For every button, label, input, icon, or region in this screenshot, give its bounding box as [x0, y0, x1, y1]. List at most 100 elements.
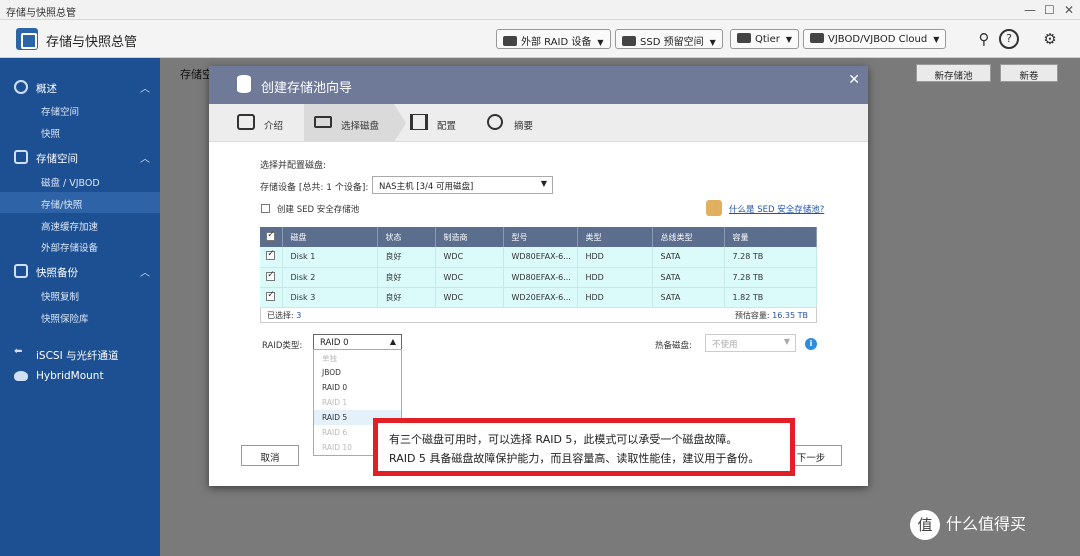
- intro-icon: [237, 114, 255, 130]
- table-row[interactable]: Disk 3 良好 WDC WD20EFAX-6... HDD SATA 1.8…: [260, 287, 817, 308]
- summary-icon: [487, 114, 503, 130]
- ssd-overprovision-button[interactable]: SSD 预留空间 ▼: [615, 29, 723, 49]
- watermark-badge: 值: [910, 510, 940, 540]
- raid-option-jbod[interactable]: JBOD: [314, 365, 401, 380]
- info-icon[interactable]: i: [805, 338, 817, 350]
- sidebar-item-cache-acceleration[interactable]: 高速缓存加速: [0, 214, 160, 235]
- table-cell: HDD: [577, 267, 653, 288]
- raid-option-raid0[interactable]: RAID 0: [314, 380, 401, 395]
- sidebar-section-storage[interactable]: 存储空间 ︿: [0, 146, 160, 168]
- qtier-button[interactable]: Qtier ▼: [730, 29, 799, 49]
- sidebar-item-snapshot-replica[interactable]: 快照复制: [0, 284, 160, 305]
- column-header[interactable]: 容量: [724, 227, 817, 247]
- chevron-up-icon: ▲: [389, 337, 396, 346]
- table-footer: 已选择: 3 预估容量: 16.35 TB: [260, 308, 817, 323]
- sidebar-section-iscsi[interactable]: ⬅ iSCSI 与光纤通道: [0, 343, 160, 365]
- column-header[interactable]: 总线类型: [652, 227, 725, 247]
- table-row[interactable]: Disk 2 良好 WDC WD80EFAX-6... HDD SATA 7.2…: [260, 267, 817, 288]
- chevron-up-icon: ︿: [140, 268, 150, 279]
- watermark-text: 什么值得买: [946, 514, 1027, 534]
- vjbod-button[interactable]: VJBOD/VJBOD Cloud ▼: [803, 29, 947, 49]
- minimize-icon[interactable]: —: [1024, 3, 1036, 17]
- column-header[interactable]: 制造商: [435, 227, 504, 247]
- row-checkbox-cell[interactable]: [260, 287, 283, 308]
- table-cell: WDC: [435, 267, 504, 288]
- step-configure: 配置: [406, 104, 481, 142]
- sed-info-link[interactable]: 什么是 SED 安全存储池?: [729, 203, 824, 215]
- maximize-icon[interactable]: ☐: [1044, 3, 1055, 17]
- help-icon[interactable]: ?: [999, 29, 1019, 49]
- chevron-down-icon: ▼: [785, 35, 792, 44]
- table-cell: SATA: [652, 247, 725, 268]
- dialog-header: 创建存储池向导 ✕: [209, 66, 868, 104]
- select-all-checkbox[interactable]: [266, 230, 276, 241]
- column-header[interactable]: 状态: [377, 227, 436, 247]
- column-header[interactable]: 类型: [577, 227, 653, 247]
- storage-device-select[interactable]: NAS主机 [3/4 可用磁盘] ▼: [372, 176, 553, 194]
- cancel-button[interactable]: 取消: [241, 445, 299, 466]
- sidebar-section-label: iSCSI 与光纤通道: [36, 350, 119, 362]
- table-cell: WD80EFAX-6...: [503, 267, 578, 288]
- column-header[interactable]: 型号: [503, 227, 578, 247]
- new-storage-pool-button[interactable]: 新存储池: [916, 64, 991, 82]
- hot-spare-label: 热备磁盘:: [655, 341, 692, 351]
- table-row[interactable]: Disk 1 良好 WDC WD80EFAX-6... HDD SATA 7.2…: [260, 247, 817, 268]
- sed-checkbox[interactable]: [261, 204, 270, 213]
- table-cell: WDC: [435, 247, 504, 268]
- row-checkbox[interactable]: [266, 290, 276, 301]
- table-cell: 7.28 TB: [724, 247, 817, 268]
- selected-value: 3: [296, 311, 302, 320]
- sidebar-item-external-storage[interactable]: 外部存储设备: [0, 235, 160, 256]
- sidebar-item-disks-vjbod[interactable]: 磁盘 / VJBOD: [0, 170, 160, 191]
- sidebar-section-hybridmount[interactable]: HybridMount: [0, 365, 160, 387]
- gear-icon[interactable]: ⚙: [1040, 29, 1060, 49]
- row-checkbox[interactable]: [266, 270, 276, 281]
- sidebar-item-snapshot[interactable]: 快照: [0, 121, 160, 142]
- step-label: 配置: [437, 121, 457, 132]
- close-window-icon[interactable]: ✕: [1064, 3, 1074, 17]
- app-title: 存储与快照总管: [46, 35, 138, 50]
- table-cell: Disk 2: [282, 267, 378, 288]
- dashboard-icon: [14, 80, 28, 94]
- raid-option-raid1: RAID 1: [322, 398, 348, 407]
- sidebar-item-storage-snapshots[interactable]: 存储/快照: [0, 192, 160, 213]
- step-arrow: [394, 104, 406, 142]
- hot-spare-select[interactable]: 不使用 ▼: [705, 334, 796, 352]
- window-title: 存储与快照总管: [6, 8, 76, 19]
- step-summary: 摘要: [481, 104, 571, 142]
- selected-label: 已选择:: [267, 311, 294, 320]
- iscsi-icon: ⬅: [14, 346, 23, 357]
- sidebar-item-storage-space[interactable]: 存储空间: [0, 99, 160, 120]
- sidebar-section-overview[interactable]: 概述 ︿: [0, 76, 160, 98]
- row-checkbox[interactable]: [266, 249, 276, 261]
- chevron-down-icon: ▼: [597, 38, 604, 47]
- column-header[interactable]: 磁盘: [282, 227, 378, 247]
- sidebar: 概述 ︿ 存储空间 快照 存储空间 ︿ 磁盘 / VJBOD 存储/快照 高速缓…: [0, 58, 160, 556]
- selected-count: 已选择: 3: [267, 310, 301, 321]
- new-volume-button[interactable]: 新卷: [1000, 64, 1058, 82]
- table-cell: Disk 1: [282, 247, 378, 268]
- sidebar-section-snapshot-backup[interactable]: 快照备份 ︿: [0, 260, 160, 282]
- estimated-capacity-label: 预估容量:: [734, 311, 770, 320]
- table-cell: WD80EFAX-6...: [503, 247, 578, 268]
- wizard-steps: 介绍 选择磁盘 配置 摘要: [209, 104, 868, 142]
- sidebar-item-snapshot-vault[interactable]: 快照保险库: [0, 306, 160, 327]
- disk-select-icon: [314, 116, 332, 128]
- row-checkbox-cell[interactable]: [260, 247, 283, 268]
- sidebar-section-label: 存储空间: [36, 153, 78, 165]
- select-all-checkbox-cell[interactable]: [260, 227, 283, 247]
- table-header-row: 磁盘 状态 制造商 型号 类型 总线类型 容量: [260, 227, 817, 247]
- close-icon[interactable]: ✕: [848, 72, 860, 88]
- search-settings-icon[interactable]: ⚲: [974, 29, 994, 49]
- row-checkbox-cell[interactable]: [260, 267, 283, 288]
- table-cell: HDD: [577, 247, 653, 268]
- raid-type-value: RAID 0: [320, 338, 349, 348]
- external-raid-button[interactable]: 外部 RAID 设备 ▼: [496, 29, 611, 49]
- sidebar-section-label: 快照备份: [36, 267, 78, 279]
- chevron-down-icon: ▼: [783, 337, 790, 346]
- qtier-icon: [737, 33, 751, 43]
- qtier-label: Qtier: [755, 34, 780, 45]
- external-raid-label: 外部 RAID 设备: [521, 37, 592, 48]
- annotation-line-1: 有三个磁盘可用时，可以选择 RAID 5，此模式可以承受一个磁盘故障。: [389, 433, 738, 446]
- step-label: 介绍: [264, 121, 284, 132]
